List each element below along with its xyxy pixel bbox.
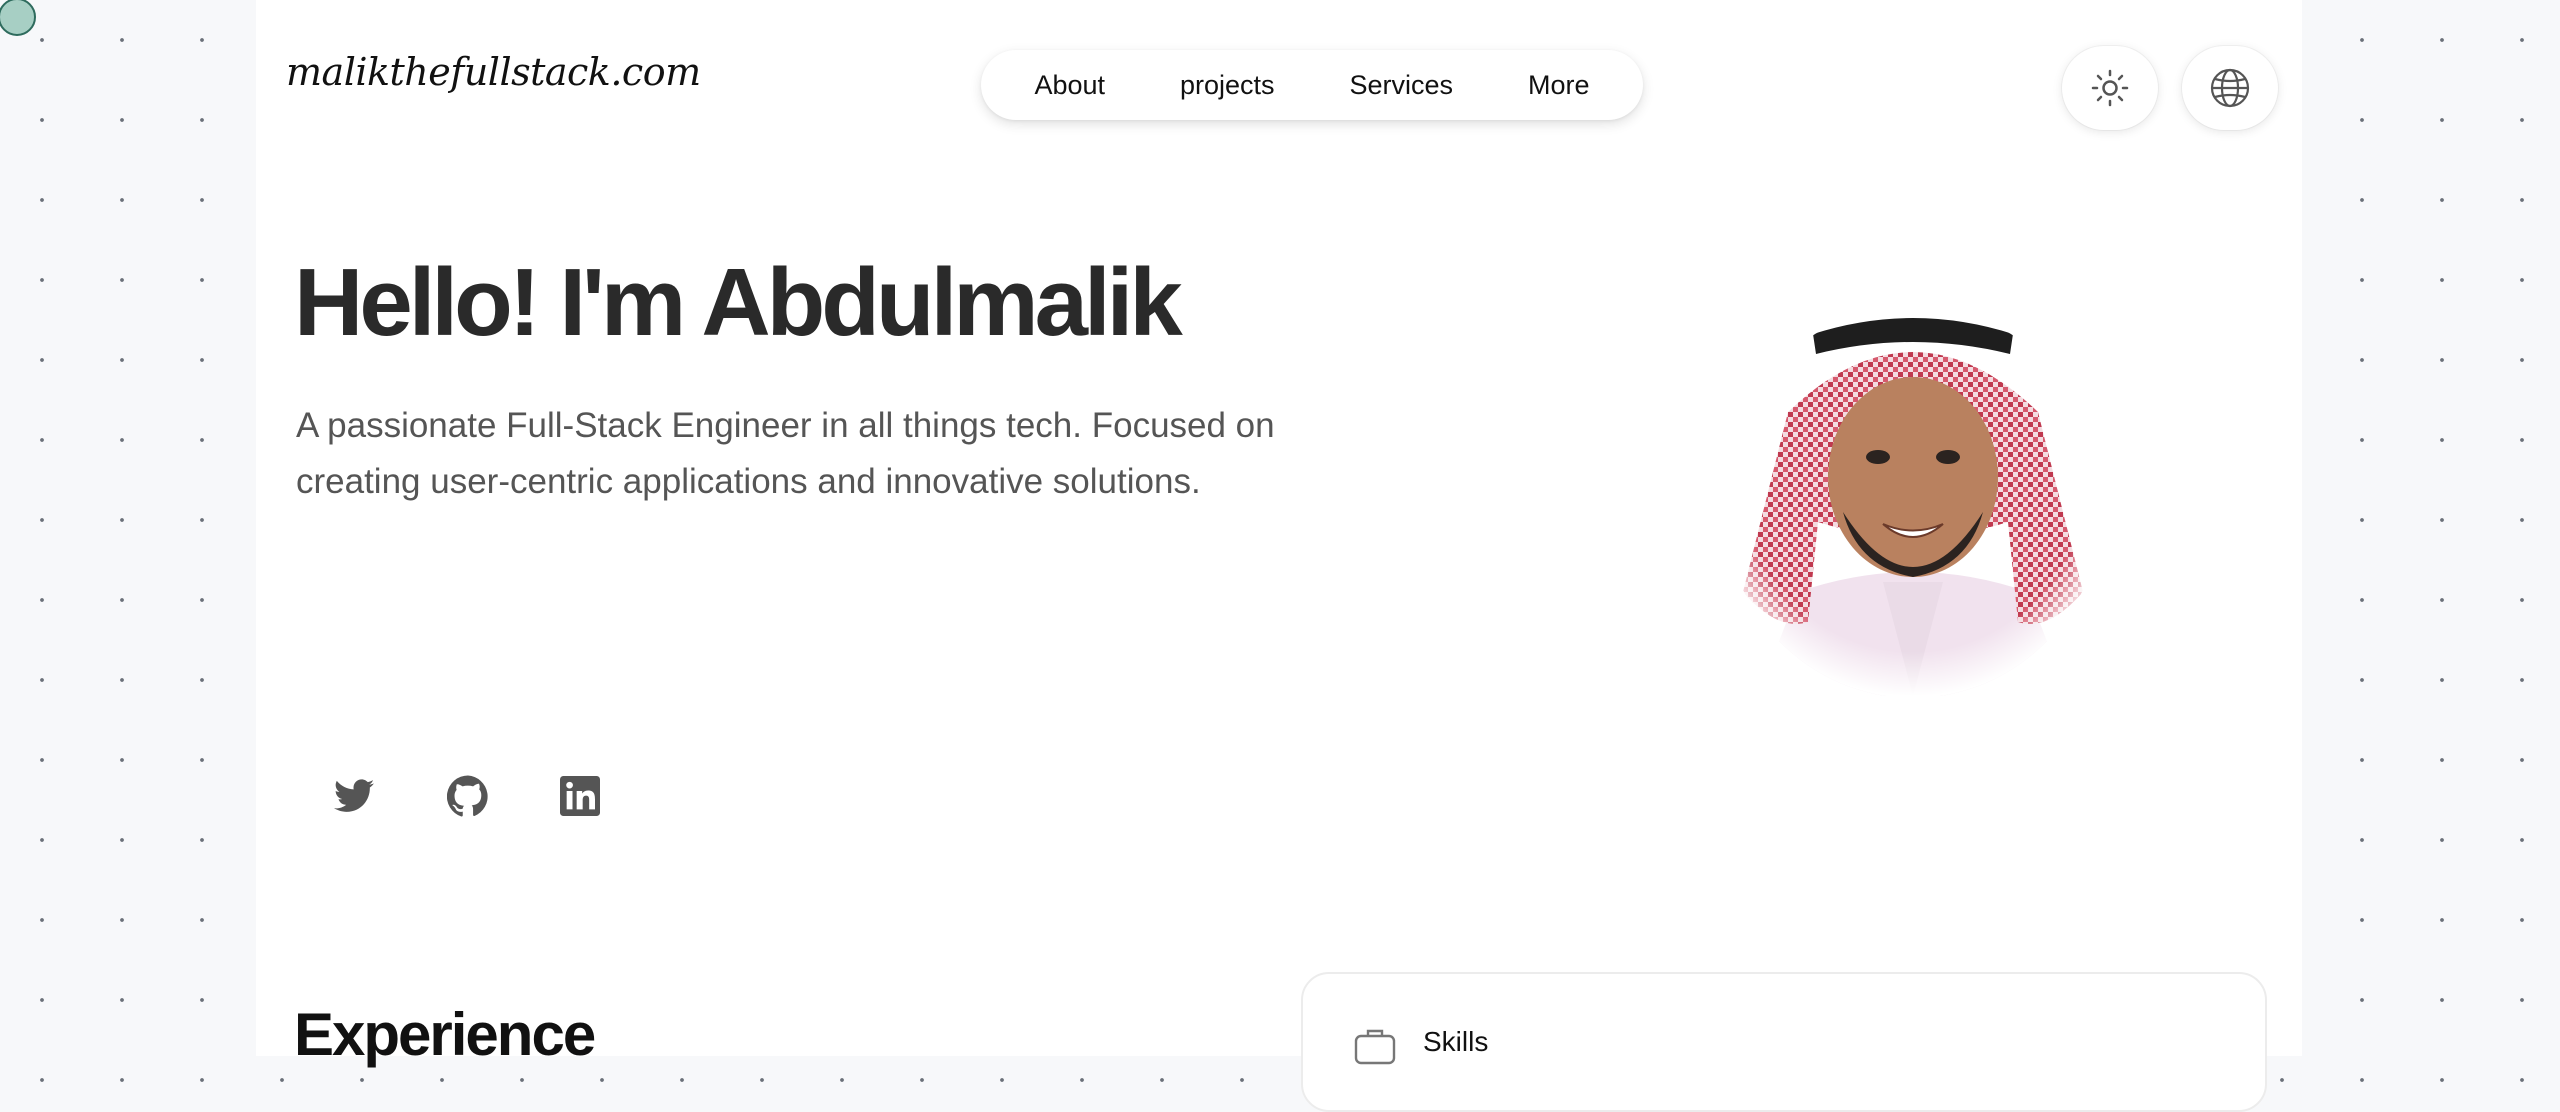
skills-title: Skills — [1423, 1026, 1489, 1057]
page-container: malikthefullstack.com About projects Ser… — [256, 0, 2302, 1112]
linkedin-link[interactable] — [558, 774, 602, 818]
nav-services[interactable]: Services — [1349, 70, 1453, 101]
twitter-link[interactable] — [332, 774, 376, 818]
nav-projects[interactable]: projects — [1180, 70, 1275, 101]
github-link[interactable] — [446, 774, 490, 818]
experience-heading: Experience — [294, 1001, 596, 1068]
sun-icon — [2091, 69, 2129, 107]
nav-about[interactable]: About — [1034, 70, 1105, 101]
theme-toggle-button[interactable] — [2062, 46, 2158, 130]
hero-title: Hello! I'm Abdulmalik — [294, 249, 1183, 356]
profile-photo — [1718, 292, 2108, 696]
briefcase-icon — [1354, 1029, 1396, 1065]
hero-description: A passionate Full-Stack Engineer in all … — [296, 406, 1275, 501]
github-icon — [447, 775, 488, 817]
site-logo[interactable]: malikthefullstack.com — [286, 50, 701, 94]
nav-more[interactable]: More — [1528, 70, 1590, 101]
globe-icon — [2210, 68, 2250, 108]
twitter-icon — [334, 779, 374, 812]
language-button[interactable] — [2182, 46, 2278, 130]
cursor-indicator — [0, 0, 36, 36]
linkedin-icon — [560, 776, 600, 816]
main-nav: About projects Services More — [981, 50, 1643, 120]
skills-card: Skills — [1301, 972, 2267, 1112]
